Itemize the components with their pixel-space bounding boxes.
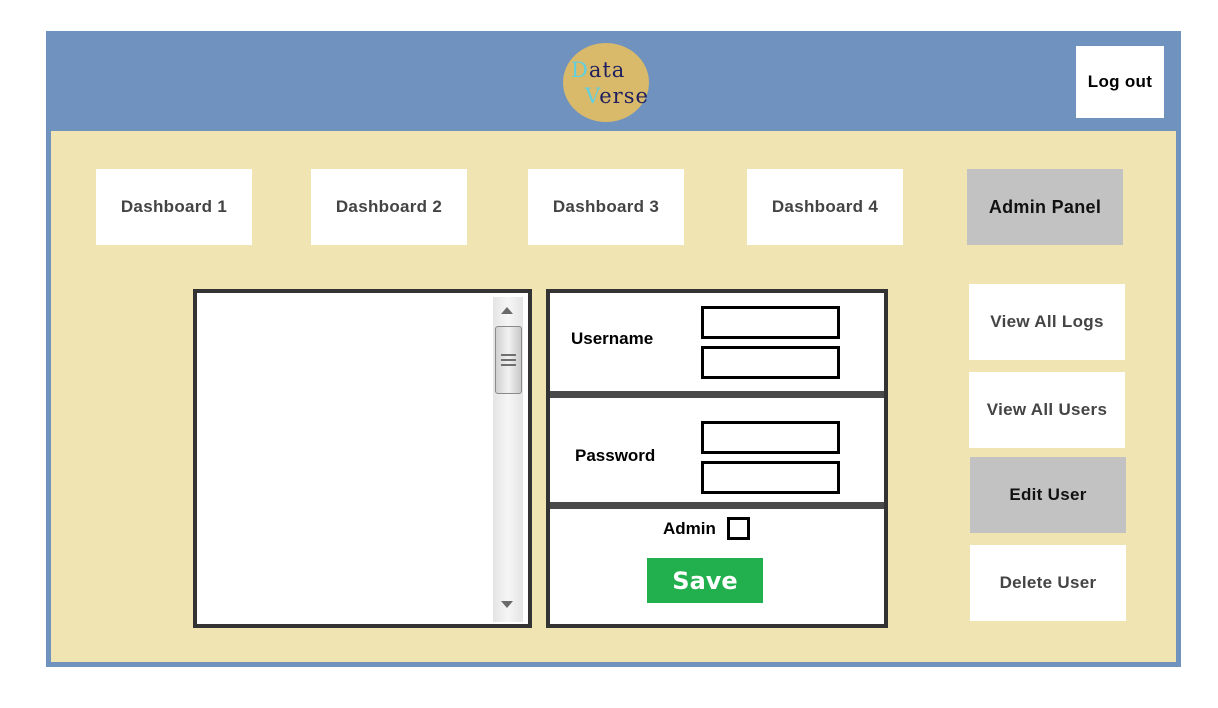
- logo-text-erse: erse: [599, 84, 649, 108]
- nav-dashboard-1[interactable]: Dashboard 1: [96, 169, 252, 245]
- user-list[interactable]: [193, 289, 532, 628]
- delete-user-button[interactable]: Delete User: [970, 545, 1126, 621]
- save-button[interactable]: Save: [647, 558, 763, 603]
- nav-admin-panel[interactable]: Admin Panel: [967, 169, 1123, 245]
- logo-text-ata: ata: [588, 58, 626, 82]
- grip-line-icon: [501, 359, 516, 361]
- password-label: Password: [575, 446, 656, 465]
- logo-initial-d: D: [571, 58, 589, 82]
- view-all-logs-button[interactable]: View All Logs: [969, 284, 1125, 360]
- logout-button[interactable]: Log out: [1076, 46, 1164, 118]
- nav-dashboard-4[interactable]: Dashboard 4: [747, 169, 903, 245]
- form-divider: [550, 391, 884, 398]
- dataverse-logo: Data Verse: [563, 43, 649, 122]
- form-divider: [550, 502, 884, 509]
- grip-line-icon: [501, 354, 516, 356]
- scroll-down-icon[interactable]: [501, 601, 513, 608]
- logo-initial-v: V: [585, 84, 600, 108]
- password-field[interactable]: [701, 421, 840, 454]
- nav-dashboard-3[interactable]: Dashboard 3: [528, 169, 684, 245]
- username-confirm-field[interactable]: [701, 346, 840, 379]
- edit-user-button[interactable]: Edit User: [970, 457, 1126, 533]
- password-confirm-field[interactable]: [701, 461, 840, 494]
- admin-checkbox[interactable]: [727, 517, 750, 540]
- scroll-up-icon[interactable]: [501, 307, 513, 314]
- grip-line-icon: [501, 364, 516, 366]
- nav-dashboard-2[interactable]: Dashboard 2: [311, 169, 467, 245]
- admin-label: Admin: [663, 519, 716, 538]
- username-field[interactable]: [701, 306, 840, 339]
- view-all-users-button[interactable]: View All Users: [969, 372, 1125, 448]
- username-label: Username: [571, 329, 654, 348]
